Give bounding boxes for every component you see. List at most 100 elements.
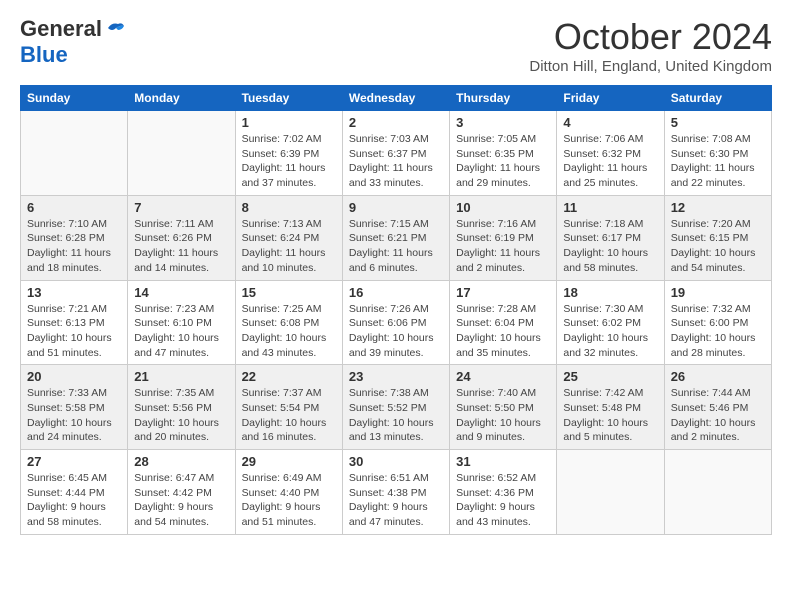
table-row: 24 Sunrise: 7:40 AM Sunset: 5:50 PM Dayli… [450,365,557,450]
calendar-week-2: 6Sunrise: 7:10 AM Sunset: 6:28 PM Daylig… [21,195,772,280]
table-row: 22 Sunrise: 7:37 AM Sunset: 5:54 PM Dayli… [235,365,342,450]
day-number: 12 [671,200,765,215]
col-sunday: Sunday [21,86,128,111]
table-row: 5Sunrise: 7:08 AM Sunset: 6:30 PM Daylig… [664,111,771,196]
calendar: Sunday Monday Tuesday Wednesday Thursday… [20,85,772,535]
table-row: 16Sunrise: 7:26 AM Sunset: 6:06 PM Dayli… [342,280,449,365]
day-number: 4 [563,115,657,130]
col-monday: Monday [128,86,235,111]
table-row [664,450,771,535]
header: General Blue October 2024 Ditton Hill, E… [20,16,772,75]
day-number: 29 [242,454,336,469]
table-row: 1 Sunrise: 7:02 AM Sunset: 6:39 PM Daylig… [235,111,342,196]
day-info: Sunrise: 7:20 AM Sunset: 6:15 PM Dayligh… [671,217,765,276]
day-info: Sunrise: 7:44 AM Sunset: 5:46 PM Dayligh… [671,386,765,445]
day-number: 9 [349,200,443,215]
day-number: 27 [27,454,121,469]
day-info: Sunrise: 6:49 AM Sunset: 4:40 PM Dayligh… [242,471,336,530]
day-number: 28 [134,454,228,469]
day-info: Sunrise: 7:13 AM Sunset: 6:24 PM Dayligh… [242,217,336,276]
table-row: 28 Sunrise: 6:47 AM Sunset: 4:42 PM Dayli… [128,450,235,535]
day-number: 3 [456,115,550,130]
day-info: Sunrise: 7:38 AM Sunset: 5:52 PM Dayligh… [349,386,443,445]
day-number: 14 [134,285,228,300]
day-info: Sunrise: 6:45 AM Sunset: 4:44 PM Dayligh… [27,471,121,530]
table-row: 19Sunrise: 7:32 AM Sunset: 6:00 PM Dayli… [664,280,771,365]
calendar-week-4: 20Sunrise: 7:33 AM Sunset: 5:58 PM Dayli… [21,365,772,450]
table-row: 2 Sunrise: 7:03 AM Sunset: 6:37 PM Daylig… [342,111,449,196]
day-number: 23 [349,369,443,384]
day-info: Sunrise: 7:37 AM Sunset: 5:54 PM Dayligh… [242,386,336,445]
day-info: Sunrise: 7:02 AM Sunset: 6:39 PM Dayligh… [242,132,336,191]
day-number: 1 [242,115,336,130]
table-row [21,111,128,196]
day-number: 20 [27,369,121,384]
day-info: Sunrise: 7:21 AM Sunset: 6:13 PM Dayligh… [27,302,121,361]
table-row: 9 Sunrise: 7:15 AM Sunset: 6:21 PM Daylig… [342,195,449,280]
logo-blue: Blue [20,42,68,68]
day-number: 22 [242,369,336,384]
col-saturday: Saturday [664,86,771,111]
table-row: 10 Sunrise: 7:16 AM Sunset: 6:19 PM Dayli… [450,195,557,280]
day-number: 25 [563,369,657,384]
day-info: Sunrise: 7:18 AM Sunset: 6:17 PM Dayligh… [563,217,657,276]
day-info: Sunrise: 7:30 AM Sunset: 6:02 PM Dayligh… [563,302,657,361]
table-row [557,450,664,535]
day-number: 31 [456,454,550,469]
day-number: 13 [27,285,121,300]
logo: General Blue [20,16,126,68]
day-number: 5 [671,115,765,130]
table-row: 15 Sunrise: 7:25 AM Sunset: 6:08 PM Dayli… [235,280,342,365]
day-info: Sunrise: 6:47 AM Sunset: 4:42 PM Dayligh… [134,471,228,530]
calendar-week-1: 1 Sunrise: 7:02 AM Sunset: 6:39 PM Daylig… [21,111,772,196]
day-number: 15 [242,285,336,300]
day-info: Sunrise: 7:23 AM Sunset: 6:10 PM Dayligh… [134,302,228,361]
table-row: 12 Sunrise: 7:20 AM Sunset: 6:15 PM Dayli… [664,195,771,280]
day-number: 17 [456,285,550,300]
logo-bird-icon [104,20,126,38]
location: Ditton Hill, England, United Kingdom [529,58,772,75]
table-row: 21Sunrise: 7:35 AM Sunset: 5:56 PM Dayli… [128,365,235,450]
day-info: Sunrise: 7:11 AM Sunset: 6:26 PM Dayligh… [134,217,228,276]
day-info: Sunrise: 7:16 AM Sunset: 6:19 PM Dayligh… [456,217,550,276]
day-number: 10 [456,200,550,215]
day-info: Sunrise: 7:05 AM Sunset: 6:35 PM Dayligh… [456,132,550,191]
table-row: 14 Sunrise: 7:23 AM Sunset: 6:10 PM Dayli… [128,280,235,365]
day-info: Sunrise: 7:28 AM Sunset: 6:04 PM Dayligh… [456,302,550,361]
table-row [128,111,235,196]
table-row: 30Sunrise: 6:51 AM Sunset: 4:38 PM Dayli… [342,450,449,535]
day-info: Sunrise: 6:52 AM Sunset: 4:36 PM Dayligh… [456,471,550,530]
day-number: 7 [134,200,228,215]
table-row: 6Sunrise: 7:10 AM Sunset: 6:28 PM Daylig… [21,195,128,280]
month-title: October 2024 [529,16,772,58]
day-number: 19 [671,285,765,300]
logo-general: General [20,16,102,42]
day-number: 26 [671,369,765,384]
table-row: 20Sunrise: 7:33 AM Sunset: 5:58 PM Dayli… [21,365,128,450]
table-row: 17 Sunrise: 7:28 AM Sunset: 6:04 PM Dayli… [450,280,557,365]
table-row: 27 Sunrise: 6:45 AM Sunset: 4:44 PM Dayli… [21,450,128,535]
table-row: 26 Sunrise: 7:44 AM Sunset: 5:46 PM Dayli… [664,365,771,450]
day-info: Sunrise: 7:03 AM Sunset: 6:37 PM Dayligh… [349,132,443,191]
col-thursday: Thursday [450,86,557,111]
day-number: 30 [349,454,443,469]
title-section: October 2024 Ditton Hill, England, Unite… [529,16,772,75]
calendar-week-3: 13 Sunrise: 7:21 AM Sunset: 6:13 PM Dayli… [21,280,772,365]
table-row: 11 Sunrise: 7:18 AM Sunset: 6:17 PM Dayli… [557,195,664,280]
table-row: 18Sunrise: 7:30 AM Sunset: 6:02 PM Dayli… [557,280,664,365]
day-info: Sunrise: 7:40 AM Sunset: 5:50 PM Dayligh… [456,386,550,445]
calendar-week-5: 27 Sunrise: 6:45 AM Sunset: 4:44 PM Dayli… [21,450,772,535]
day-number: 16 [349,285,443,300]
col-wednesday: Wednesday [342,86,449,111]
day-info: Sunrise: 7:06 AM Sunset: 6:32 PM Dayligh… [563,132,657,191]
day-info: Sunrise: 7:25 AM Sunset: 6:08 PM Dayligh… [242,302,336,361]
day-number: 8 [242,200,336,215]
day-number: 24 [456,369,550,384]
table-row: 13 Sunrise: 7:21 AM Sunset: 6:13 PM Dayli… [21,280,128,365]
table-row: 4 Sunrise: 7:06 AM Sunset: 6:32 PM Daylig… [557,111,664,196]
day-number: 6 [27,200,121,215]
day-number: 2 [349,115,443,130]
day-info: Sunrise: 7:15 AM Sunset: 6:21 PM Dayligh… [349,217,443,276]
day-number: 21 [134,369,228,384]
day-number: 11 [563,200,657,215]
